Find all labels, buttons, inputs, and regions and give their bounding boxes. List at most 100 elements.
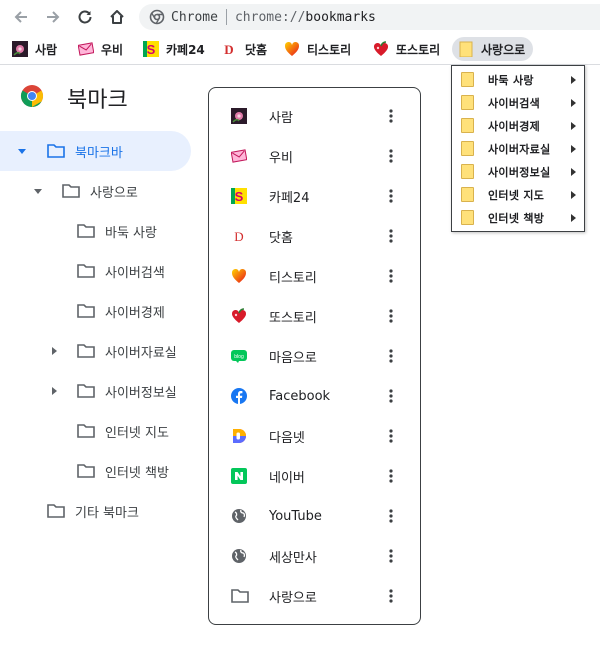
svg-text:S: S <box>147 42 156 57</box>
dropdown-item-cyber-archive[interactable]: 사이버자료실 <box>452 137 584 160</box>
dropdown-item-internet-map[interactable]: 인터넷 지도 <box>452 183 584 206</box>
naver-blog-icon: blog <box>231 350 247 363</box>
address-bar[interactable]: Chrome chrome://bookmarks <box>139 4 600 30</box>
home-button[interactable] <box>105 5 129 29</box>
svg-text:D: D <box>234 229 243 244</box>
tree-item-internet-map[interactable]: 인터넷 지도 <box>0 411 191 451</box>
page-title: 북마크 <box>67 88 128 113</box>
flower-photo-icon <box>231 108 247 124</box>
svg-text:blog: blog <box>234 354 244 360</box>
tree-item-internet-bookstore[interactable]: 인터넷 책방 <box>0 451 191 491</box>
dropdown-item-cyber-search[interactable]: 사이버검색 <box>452 91 584 114</box>
chrome-page-icon <box>149 9 165 25</box>
more-actions-icon[interactable] <box>381 386 401 406</box>
address-scheme-label: Chrome <box>171 9 218 25</box>
folder-icon <box>77 304 95 318</box>
list-item[interactable]: blog 마음으로 <box>209 336 420 376</box>
tree-item-other-bookmarks[interactable]: 기타 북마크 <box>0 491 191 531</box>
list-item[interactable]: D 닷홈 <box>209 216 420 256</box>
back-button[interactable] <box>9 5 33 29</box>
reload-button[interactable] <box>73 5 97 29</box>
list-item[interactable]: 세상만사 <box>209 536 420 576</box>
submenu-arrow-icon <box>571 75 576 84</box>
expand-arrow-icon[interactable] <box>17 146 27 156</box>
more-actions-icon[interactable] <box>381 106 401 126</box>
expand-arrow-icon[interactable] <box>49 346 59 356</box>
more-actions-icon[interactable] <box>381 306 401 326</box>
dropdown-item-label: 사이버경제 <box>488 119 541 133</box>
list-item[interactable]: 사람 <box>209 96 420 136</box>
folder-icon <box>77 464 95 478</box>
list-item[interactable]: 네이버 <box>209 456 420 496</box>
dropdown-item-cyber-economy[interactable]: 사이버경제 <box>452 114 584 137</box>
more-actions-icon[interactable] <box>381 146 401 166</box>
list-item-label: Facebook <box>269 388 331 404</box>
bookmark-cafe24[interactable]: S 카페24 <box>143 37 205 61</box>
more-actions-icon[interactable] <box>381 186 401 206</box>
dropdown-item-label: 사이버검색 <box>488 96 541 110</box>
folder-icon <box>461 187 474 202</box>
folder-icon <box>459 41 473 57</box>
bookmark-label: 티스토리 <box>307 42 352 57</box>
dropdown-item-cyber-info[interactable]: 사이버정보실 <box>452 160 584 183</box>
more-actions-icon[interactable] <box>381 546 401 566</box>
bookmark-list: 사람 우비 S 카페24 D 닷홈 티스토리 또스토리 blog 마음으로 Fa… <box>208 87 421 625</box>
forward-button[interactable] <box>41 5 65 29</box>
cherry-heart-icon <box>373 41 389 56</box>
bookmark-ubi[interactable]: 우비 <box>78 37 123 61</box>
more-actions-icon[interactable] <box>381 426 401 446</box>
more-actions-icon[interactable] <box>381 346 401 366</box>
list-item[interactable]: 다음넷 <box>209 416 420 456</box>
submenu-arrow-icon <box>571 98 576 107</box>
folder-icon <box>77 344 95 358</box>
bookmark-saram[interactable]: 사람 <box>12 37 57 61</box>
tree-item-sarangeuro[interactable]: 사랑으로 <box>0 171 191 211</box>
more-actions-icon[interactable] <box>381 466 401 486</box>
folder-icon <box>461 95 474 110</box>
more-actions-icon[interactable] <box>381 266 401 286</box>
tree-item-cyber-search[interactable]: 사이버검색 <box>0 251 191 291</box>
address-url: chrome://bookmarks <box>235 10 376 25</box>
list-item[interactable]: 티스토리 <box>209 256 420 296</box>
bookmark-tistory[interactable]: 티스토리 <box>284 37 351 61</box>
bookmark-label: 우비 <box>101 42 124 57</box>
url-prefix: chrome:// <box>234 9 306 25</box>
daum-icon <box>233 429 246 443</box>
cafe24-icon: S <box>143 41 159 57</box>
bookmark-ddostory[interactable]: 또스토리 <box>373 37 440 61</box>
dropdown-item-baduk[interactable]: 바둑 사랑 <box>452 68 584 91</box>
more-actions-icon[interactable] <box>381 506 401 526</box>
tree-item-cyber-economy[interactable]: 사이버경제 <box>0 291 191 331</box>
folder-icon <box>77 384 95 398</box>
dropdown-item-internet-bookstore[interactable]: 인터넷 책방 <box>452 206 584 229</box>
expand-arrow-icon[interactable] <box>49 386 59 396</box>
list-item[interactable]: Facebook <box>209 376 420 416</box>
forward-arrow-icon <box>47 11 60 23</box>
tree-item-baduk[interactable]: 바둑 사랑 <box>0 211 191 251</box>
more-actions-icon[interactable] <box>381 226 401 246</box>
list-item[interactable]: 사랑으로 <box>209 576 420 616</box>
tree-item-bookmarks-bar[interactable]: 북마크바 <box>0 131 191 171</box>
list-item[interactable]: YouTube <box>209 496 420 536</box>
bookmark-folder-sarangeuro[interactable]: 사랑으로 <box>452 37 534 61</box>
list-item-label: 닷홈 <box>269 230 293 246</box>
list-item[interactable]: S 카페24 <box>209 176 420 216</box>
folder-icon <box>461 72 474 87</box>
list-item-label: 티스토리 <box>269 270 317 286</box>
folder-icon <box>77 224 95 238</box>
list-item[interactable]: 또스토리 <box>209 296 420 336</box>
list-item[interactable]: 우비 <box>209 136 420 176</box>
folder-icon <box>461 118 474 133</box>
tree-item-cyber-archive[interactable]: 사이버자료실 <box>0 331 191 371</box>
expand-arrow-icon[interactable] <box>33 186 43 196</box>
more-actions-icon[interactable] <box>381 586 401 606</box>
list-item-label: 우비 <box>269 150 293 166</box>
bookmark-dothome[interactable]: D 닷홈 <box>222 37 267 61</box>
submenu-arrow-icon <box>571 144 576 153</box>
folder-icon <box>47 504 65 518</box>
tree-item-cyber-info[interactable]: 사이버정보실 <box>0 371 191 411</box>
list-item-label: 네이버 <box>269 470 305 486</box>
cafe24-icon: S <box>231 188 247 204</box>
folder-icon <box>47 144 65 158</box>
dropdown-item-label: 사이버정보실 <box>488 165 551 179</box>
